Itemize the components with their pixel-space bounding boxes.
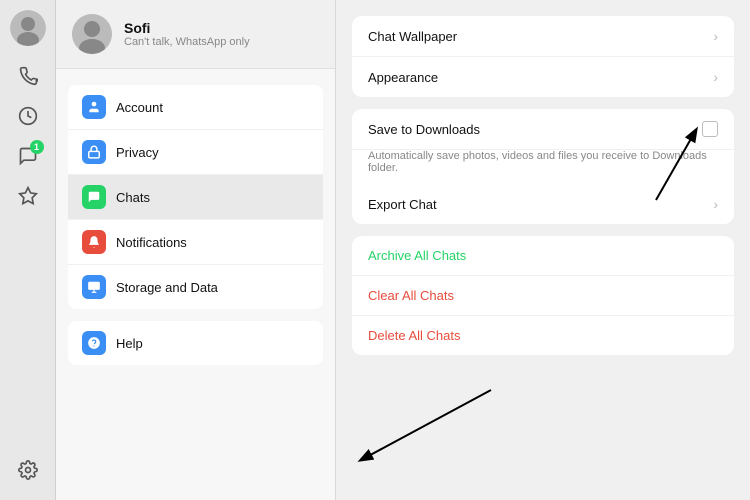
help-icon	[82, 331, 106, 355]
appearance-label: Appearance	[368, 70, 713, 85]
menu-item-account[interactable]: Account	[68, 85, 323, 130]
settings-menu: Account Privacy Chats Notifications Stor…	[56, 69, 335, 381]
icon-bar: 1	[0, 0, 56, 500]
menu-section-main: Account Privacy Chats Notifications Stor…	[68, 85, 323, 309]
storage-label: Storage and Data	[116, 280, 218, 295]
chats-label: Chats	[116, 190, 150, 205]
user-name: Sofi	[124, 20, 250, 36]
menu-item-help[interactable]: Help	[68, 321, 323, 365]
privacy-icon	[82, 140, 106, 164]
menu-item-notifications[interactable]: Notifications	[68, 220, 323, 265]
user-info: Sofi Can't talk, WhatsApp only	[124, 20, 250, 48]
notifications-label: Notifications	[116, 235, 187, 250]
delete-all-chats-row[interactable]: Delete All Chats	[352, 316, 734, 355]
export-chat-label: Export Chat	[368, 197, 713, 212]
save-downloads-sub: Automatically save photos, videos and fi…	[352, 150, 734, 184]
clear-all-chats-row[interactable]: Clear All Chats	[352, 276, 734, 316]
archive-all-chats-row[interactable]: Archive All Chats	[352, 236, 734, 276]
save-downloads-toggle[interactable]	[702, 121, 718, 137]
user-header: Sofi Can't talk, WhatsApp only	[56, 0, 335, 69]
settings-group-2: Save to Downloads Automatically save pho…	[352, 109, 734, 224]
export-chat-row[interactable]: Export Chat ›	[352, 184, 734, 224]
chat-wallpaper-row[interactable]: Chat Wallpaper ›	[352, 16, 734, 57]
appearance-right: ›	[713, 69, 718, 85]
phone-icon-btn[interactable]	[10, 58, 46, 94]
menu-item-storage[interactable]: Storage and Data	[68, 265, 323, 309]
chevron-icon-3: ›	[713, 196, 718, 212]
notifications-icon	[82, 230, 106, 254]
menu-item-privacy[interactable]: Privacy	[68, 130, 323, 175]
chat-wallpaper-label: Chat Wallpaper	[368, 29, 713, 44]
user-sub: Can't talk, WhatsApp only	[124, 36, 250, 48]
chats-icon-btn[interactable]: 1	[10, 138, 46, 174]
menu-section-help: Help	[68, 321, 323, 365]
chat-badge: 1	[30, 140, 44, 154]
right-panel: Chat Wallpaper › Appearance › Save to Do…	[336, 0, 750, 500]
help-label: Help	[116, 336, 143, 351]
storage-icon	[82, 275, 106, 299]
save-downloads-row[interactable]: Save to Downloads	[352, 109, 734, 150]
middle-panel: Sofi Can't talk, WhatsApp only Account P…	[56, 0, 336, 500]
save-downloads-label: Save to Downloads	[368, 122, 702, 137]
chat-wallpaper-right: ›	[713, 28, 718, 44]
settings-group-1: Chat Wallpaper › Appearance ›	[352, 16, 734, 97]
account-icon	[82, 95, 106, 119]
danger-group: Archive All Chats Clear All Chats Delete…	[352, 236, 734, 355]
account-label: Account	[116, 100, 163, 115]
chevron-icon-2: ›	[713, 69, 718, 85]
starred-icon-btn[interactable]	[10, 178, 46, 214]
settings-icon-btn[interactable]	[10, 452, 46, 488]
export-chat-right: ›	[713, 196, 718, 212]
user-avatar-btn[interactable]	[10, 10, 46, 46]
user-avatar	[72, 14, 112, 54]
save-downloads-right	[702, 121, 718, 137]
chats-icon	[82, 185, 106, 209]
privacy-label: Privacy	[116, 145, 159, 160]
menu-item-chats[interactable]: Chats	[68, 175, 323, 220]
appearance-row[interactable]: Appearance ›	[352, 57, 734, 97]
chevron-icon: ›	[713, 28, 718, 44]
status-icon-btn[interactable]	[10, 98, 46, 134]
